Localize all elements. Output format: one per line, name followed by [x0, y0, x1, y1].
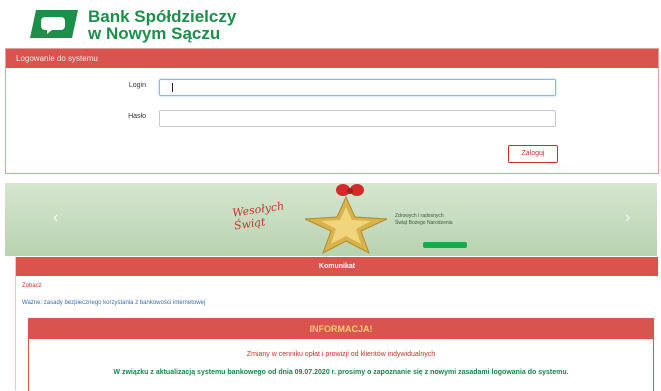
login-panel: Logowanie do systemu Login Hasło Zaloguj — [5, 48, 659, 174]
banner-cta-button[interactable] — [423, 242, 467, 248]
banner-text-line2: Świąt Bożego Narodzenia — [395, 220, 453, 226]
info-red-text: Zmiany w cenniku opłat i prowizji od kli… — [246, 351, 436, 358]
bank-logo-icon — [30, 10, 78, 38]
promo-banner[interactable]: ‹ › Wesołych Świąt Zdrowych i radosnych … — [5, 183, 657, 256]
password-label: Hasło — [128, 113, 146, 120]
security-notice-link[interactable]: Ważne: zasady bezpiecznego korzystania z… — [22, 300, 205, 306]
announcement-panel: Komunikat Zobacz Ważne: zasady bezpieczn… — [15, 257, 658, 391]
banner-text-line1: Zdrowych i radosnych — [395, 213, 444, 219]
login-label: Login — [128, 82, 146, 89]
announcement-link[interactable]: Zobacz — [22, 283, 42, 289]
login-panel-title: Logowanie do systemu — [6, 49, 658, 68]
password-input[interactable] — [159, 110, 556, 127]
bank-name-line1: Bank Spółdzielczy — [88, 7, 237, 26]
bank-logo[interactable]: Bank Spółdzielczy w Nowym Sączu — [28, 6, 288, 44]
bow-icon — [336, 184, 364, 196]
banner-greeting: Wesołych Świąt — [231, 199, 286, 232]
chevron-right-icon[interactable]: › — [625, 209, 630, 227]
text-caret — [172, 83, 173, 92]
christmas-star-icon — [304, 195, 388, 255]
login-input[interactable] — [159, 79, 556, 96]
chevron-left-icon[interactable]: ‹ — [53, 209, 58, 227]
bank-name: Bank Spółdzielczy w Nowym Sączu — [88, 8, 236, 42]
login-button[interactable]: Zaloguj — [508, 145, 558, 163]
banner-text: Zdrowych i radosnych Świąt Bożego Narodz… — [395, 213, 453, 227]
info-box: INFORMACJA! Zmiany w cenniku opłat i pro… — [28, 318, 654, 391]
info-title: INFORMACJA! — [29, 319, 653, 339]
bank-name-line2: w Nowym Sączu — [88, 24, 221, 43]
info-green-text: W związku z aktualizacją systemu bankowe… — [113, 369, 569, 376]
announcement-title: Komunikat — [16, 257, 658, 276]
